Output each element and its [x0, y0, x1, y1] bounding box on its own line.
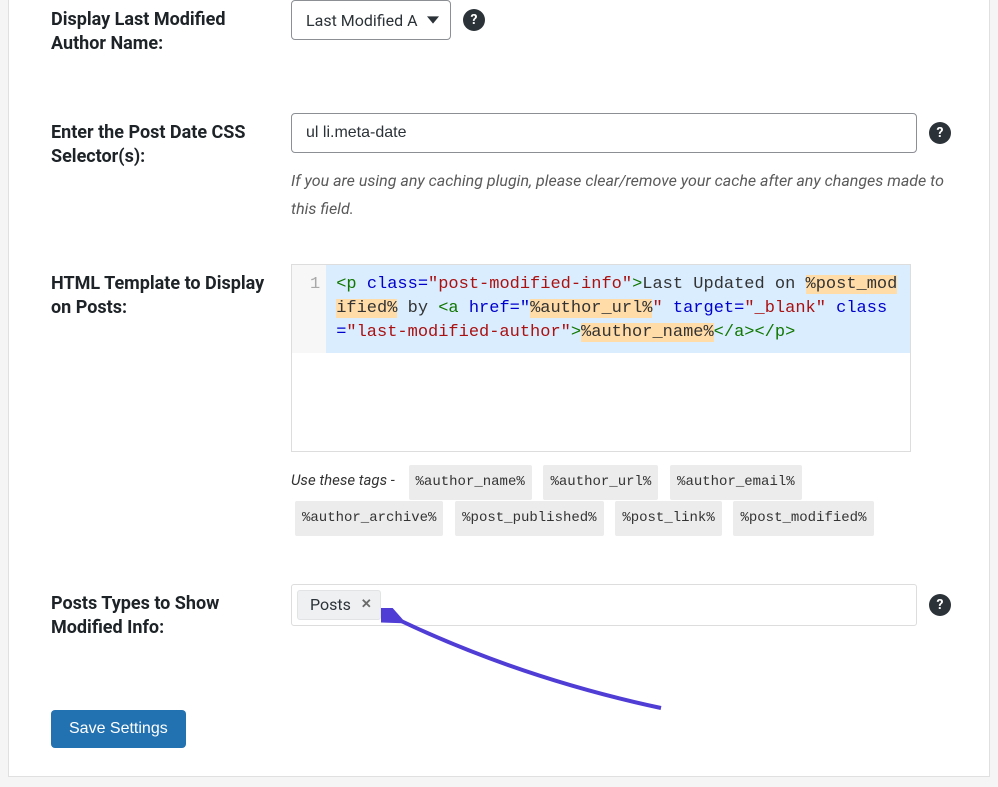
row-html-template: HTML Template to Display on Posts: 1 <p … — [51, 264, 951, 536]
select-display-author-value: Last Modified A — [306, 11, 418, 30]
code-editor[interactable]: 1 <p class="post-modified-info">Last Upd… — [291, 264, 911, 452]
template-tag-chip: %post_published% — [455, 501, 603, 536]
chevron-down-icon — [426, 13, 440, 27]
css-selector-hint: If you are using any caching plugin, ple… — [291, 167, 951, 225]
template-tag-chip: %author_url% — [543, 465, 658, 500]
post-types-tag-label: Posts — [310, 595, 351, 614]
code-gutter: 1 — [292, 265, 326, 352]
select-display-author[interactable]: Last Modified A — [291, 0, 451, 40]
template-tag-chip: %author_name% — [409, 465, 532, 500]
row-actions: Save Settings — [51, 710, 951, 748]
template-tag-hint: Use these tags - %author_name% %author_u… — [291, 464, 951, 536]
post-types-multiselect[interactable]: Posts ✕ — [291, 584, 917, 626]
row-post-types: Posts Types to Show Modified Info: Posts… — [51, 584, 951, 641]
label-post-types: Posts Types to Show Modified Info: — [51, 584, 291, 641]
post-types-tag: Posts ✕ — [297, 590, 381, 620]
template-tag-chip: %author_email% — [670, 465, 802, 500]
help-icon[interactable]: ? — [929, 122, 951, 144]
code-content[interactable]: <p class="post-modified-info">Last Updat… — [326, 265, 910, 352]
template-tag-chip: %author_archive% — [295, 501, 443, 536]
label-html-template: HTML Template to Display on Posts: — [51, 264, 291, 321]
template-tag-chip: %post_modified% — [733, 501, 873, 536]
help-icon[interactable]: ? — [929, 594, 951, 616]
row-css-selector: Enter the Post Date CSS Selector(s): ? I… — [51, 113, 951, 225]
label-css-selector: Enter the Post Date CSS Selector(s): — [51, 113, 291, 170]
input-css-selector[interactable] — [291, 113, 917, 153]
help-icon[interactable]: ? — [463, 9, 485, 31]
row-display-author: Display Last Modified Author Name: Last … — [51, 0, 951, 57]
save-button[interactable]: Save Settings — [51, 710, 186, 748]
template-tag-chip: %post_link% — [615, 501, 721, 536]
remove-tag-icon[interactable]: ✕ — [361, 597, 372, 612]
label-display-author: Display Last Modified Author Name: — [51, 0, 291, 57]
